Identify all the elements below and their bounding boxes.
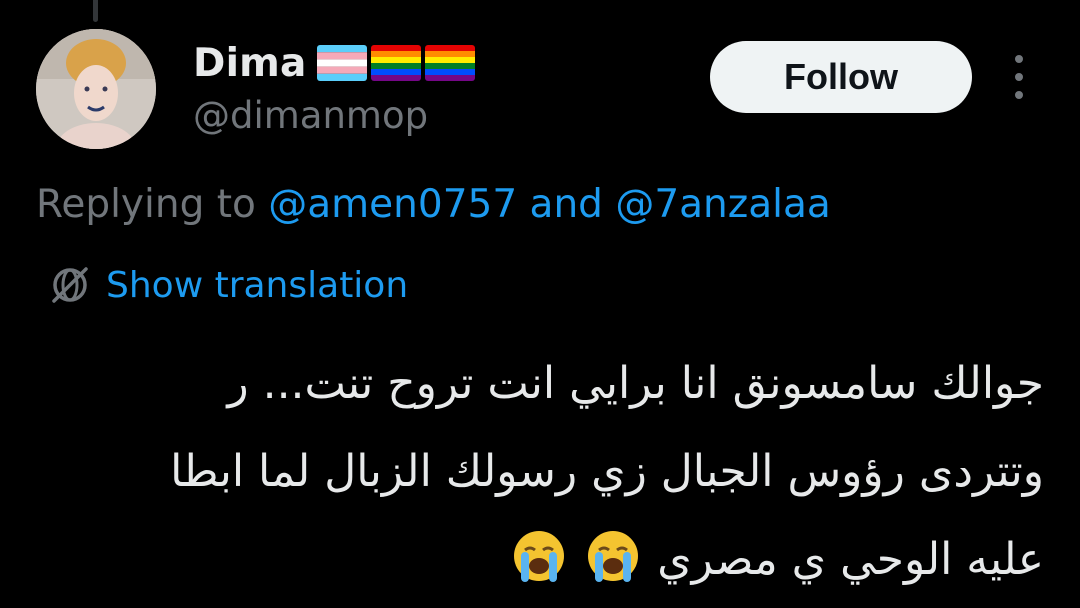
avatar[interactable]	[36, 29, 156, 149]
rainbow-flag-icon	[424, 45, 475, 81]
reply-mention-link[interactable]: @7anzalaa	[615, 182, 830, 227]
avatar-image	[36, 29, 156, 149]
tweet-text-line: جوالك سامسونق انا برايي انت تروح تنت... …	[227, 358, 1044, 409]
transgender-flag-icon	[316, 45, 367, 81]
author-name-row: Dima	[193, 38, 479, 88]
rainbow-flag-icon	[370, 45, 421, 81]
more-dot-icon	[1015, 91, 1023, 99]
tweet-text-fragment: عليه الوحي ي مصري	[657, 534, 1044, 585]
globe-slash-icon	[52, 267, 88, 303]
more-dot-icon	[1015, 73, 1023, 81]
replying-to-label: Replying to	[36, 182, 256, 227]
reply-mention-link[interactable]: @amen0757	[268, 182, 517, 227]
loudly-crying-face-emoji-icon	[514, 531, 565, 582]
display-name[interactable]: Dima	[193, 41, 307, 86]
tweet-text-line: وتتردى رؤوس الجبال زي رسولك الزبال لما ا…	[170, 446, 1044, 497]
show-translation-button[interactable]: Show translation	[48, 262, 408, 308]
loudly-crying-face-emoji-icon	[588, 531, 639, 582]
replying-to-line: Replying to @amen0757 and @7anzalaa	[36, 182, 831, 227]
more-dot-icon	[1015, 55, 1023, 63]
reply-mention-joiner: and	[529, 182, 603, 227]
more-options-button[interactable]	[1004, 55, 1034, 99]
tweet-text-line-with-emoji: عليه الوحي ي مصري	[84, 516, 1044, 604]
show-translation-label: Show translation	[106, 264, 409, 306]
author-handle[interactable]: @dimanmop	[193, 94, 428, 137]
thread-connector-line	[93, 0, 98, 22]
tweet-text: جوالك سامسونق انا برايي انت تروح تنت... …	[84, 340, 1044, 604]
follow-button[interactable]: Follow	[710, 41, 972, 113]
